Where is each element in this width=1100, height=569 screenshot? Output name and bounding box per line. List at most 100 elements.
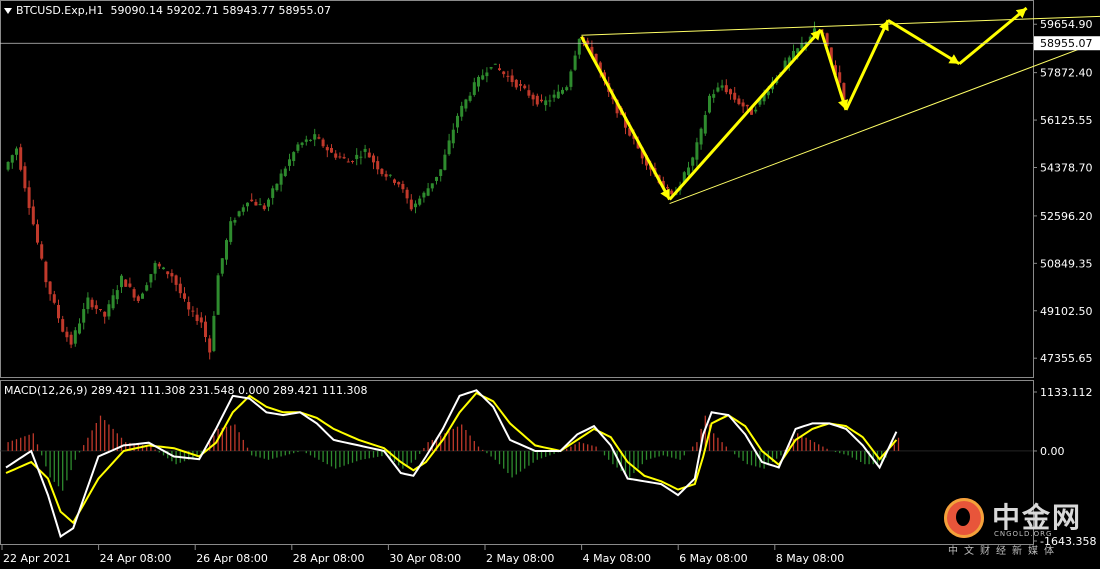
candle-body bbox=[120, 275, 123, 288]
annotation-arrows bbox=[580, 6, 1028, 201]
price-axis-label: 59654.90 bbox=[1040, 18, 1093, 31]
current-price-label: 58955.07 bbox=[1040, 37, 1093, 50]
candle-body bbox=[267, 199, 270, 207]
candle-body bbox=[548, 100, 552, 102]
candle-body bbox=[695, 142, 699, 160]
candle-body bbox=[540, 99, 543, 102]
chart-svg: 58955.07 59654.90 57872.40 56125.55 54378.7… bbox=[0, 0, 1100, 565]
candle-body bbox=[107, 304, 111, 317]
candle-body bbox=[510, 75, 514, 83]
candle-body bbox=[552, 94, 556, 98]
candle-body bbox=[418, 198, 422, 205]
candle-body bbox=[334, 153, 338, 158]
time-axis: 22 Apr 2021 24 Apr 08:00 26 Apr 08:00 28 Ap… bbox=[1, 545, 844, 565]
candle-body bbox=[204, 321, 207, 338]
candle-body bbox=[838, 72, 842, 83]
candle-body bbox=[82, 309, 86, 323]
candle-body bbox=[325, 147, 329, 151]
candle-body bbox=[258, 204, 262, 206]
candle-body bbox=[69, 334, 73, 345]
candle-body bbox=[153, 263, 157, 274]
candle-body bbox=[493, 63, 497, 65]
candle-body bbox=[103, 311, 107, 317]
candle-body bbox=[422, 192, 426, 198]
candle-body bbox=[166, 271, 170, 275]
chart-window: 58955.07 59654.90 57872.40 56125.55 54378.7… bbox=[0, 0, 1100, 569]
candle-body bbox=[716, 87, 720, 92]
candle-body bbox=[363, 148, 367, 152]
candle-body bbox=[44, 261, 48, 283]
candle-body bbox=[170, 273, 174, 277]
price-axis-label: 49102.50 bbox=[1040, 305, 1093, 318]
candle-body bbox=[99, 309, 102, 311]
candle-body bbox=[124, 279, 128, 287]
candle-body bbox=[502, 71, 506, 75]
candle-body bbox=[141, 293, 144, 299]
candle-body bbox=[65, 331, 69, 338]
time-axis-label: 8 May 08:00 bbox=[776, 552, 844, 565]
candle-body bbox=[233, 220, 237, 223]
candle-body bbox=[162, 267, 165, 270]
candle-body bbox=[216, 275, 220, 315]
time-axis-label: 2 May 08:00 bbox=[486, 552, 554, 565]
candle-body bbox=[712, 94, 716, 98]
candle-body bbox=[254, 201, 258, 206]
candle-body bbox=[288, 159, 291, 166]
candle-body bbox=[145, 285, 149, 291]
candle-body bbox=[208, 338, 212, 353]
candle-body bbox=[367, 152, 371, 158]
symbol-header: BTCUSD.Exp,H1 59090.14 59202.71 58943.77… bbox=[16, 4, 331, 17]
candle-body bbox=[27, 187, 31, 208]
candle-body bbox=[372, 155, 375, 163]
time-axis-label: 22 Apr 2021 bbox=[3, 552, 71, 565]
macd-header: MACD(12,26,9) 289.421 111.308 231.548 0.… bbox=[4, 384, 368, 397]
candle-body bbox=[376, 161, 380, 170]
candle-body bbox=[111, 295, 115, 309]
candle-body bbox=[136, 296, 140, 301]
watermark-name-en: CNGOLD.ORG bbox=[994, 530, 1053, 538]
candle-body bbox=[94, 305, 98, 309]
candle-body bbox=[330, 147, 333, 153]
candle-body bbox=[699, 128, 703, 145]
price-panel-frame bbox=[0, 0, 1034, 378]
candle-body bbox=[128, 283, 132, 287]
price-axis-label: 50849.35 bbox=[1040, 257, 1093, 270]
candle-body bbox=[283, 168, 287, 176]
candle-body bbox=[703, 115, 707, 134]
candle-body bbox=[187, 302, 191, 310]
candle-body bbox=[191, 310, 195, 312]
candle-body bbox=[346, 161, 350, 163]
candle-body bbox=[212, 315, 216, 351]
time-axis-label: 4 May 08:00 bbox=[583, 552, 651, 565]
candle-body bbox=[73, 330, 77, 344]
arrow-segment bbox=[887, 19, 961, 66]
candle-body bbox=[246, 202, 249, 207]
price-axis-label: 52596.20 bbox=[1040, 210, 1093, 223]
candle-body bbox=[569, 71, 573, 87]
candle-body bbox=[78, 323, 81, 334]
candle-body bbox=[199, 317, 203, 323]
candle-body bbox=[561, 89, 564, 94]
candle-body bbox=[691, 157, 695, 166]
candle-body bbox=[292, 152, 296, 162]
candle-body bbox=[737, 98, 741, 105]
candle-body bbox=[178, 283, 182, 294]
collapse-triangle-icon[interactable] bbox=[4, 8, 12, 14]
candle-body bbox=[6, 161, 10, 170]
candle-body bbox=[460, 105, 464, 117]
watermark-tagline: 中文财经新媒体 bbox=[948, 546, 1060, 557]
watermark: 中金网 CNGOLD.ORG 中文财经新媒体 bbox=[942, 494, 1100, 557]
candle-body bbox=[262, 205, 266, 210]
candle-body bbox=[10, 155, 14, 163]
candle-body bbox=[342, 157, 346, 159]
candle-body bbox=[447, 140, 451, 155]
candle-body bbox=[23, 166, 27, 189]
candle-body bbox=[384, 174, 388, 177]
candle-body bbox=[573, 55, 577, 70]
candle-body bbox=[729, 89, 732, 95]
candle-body bbox=[31, 206, 35, 225]
candle-body bbox=[86, 297, 90, 310]
candle-body bbox=[531, 94, 535, 100]
candle-body bbox=[514, 79, 518, 88]
candle-body bbox=[115, 290, 119, 300]
